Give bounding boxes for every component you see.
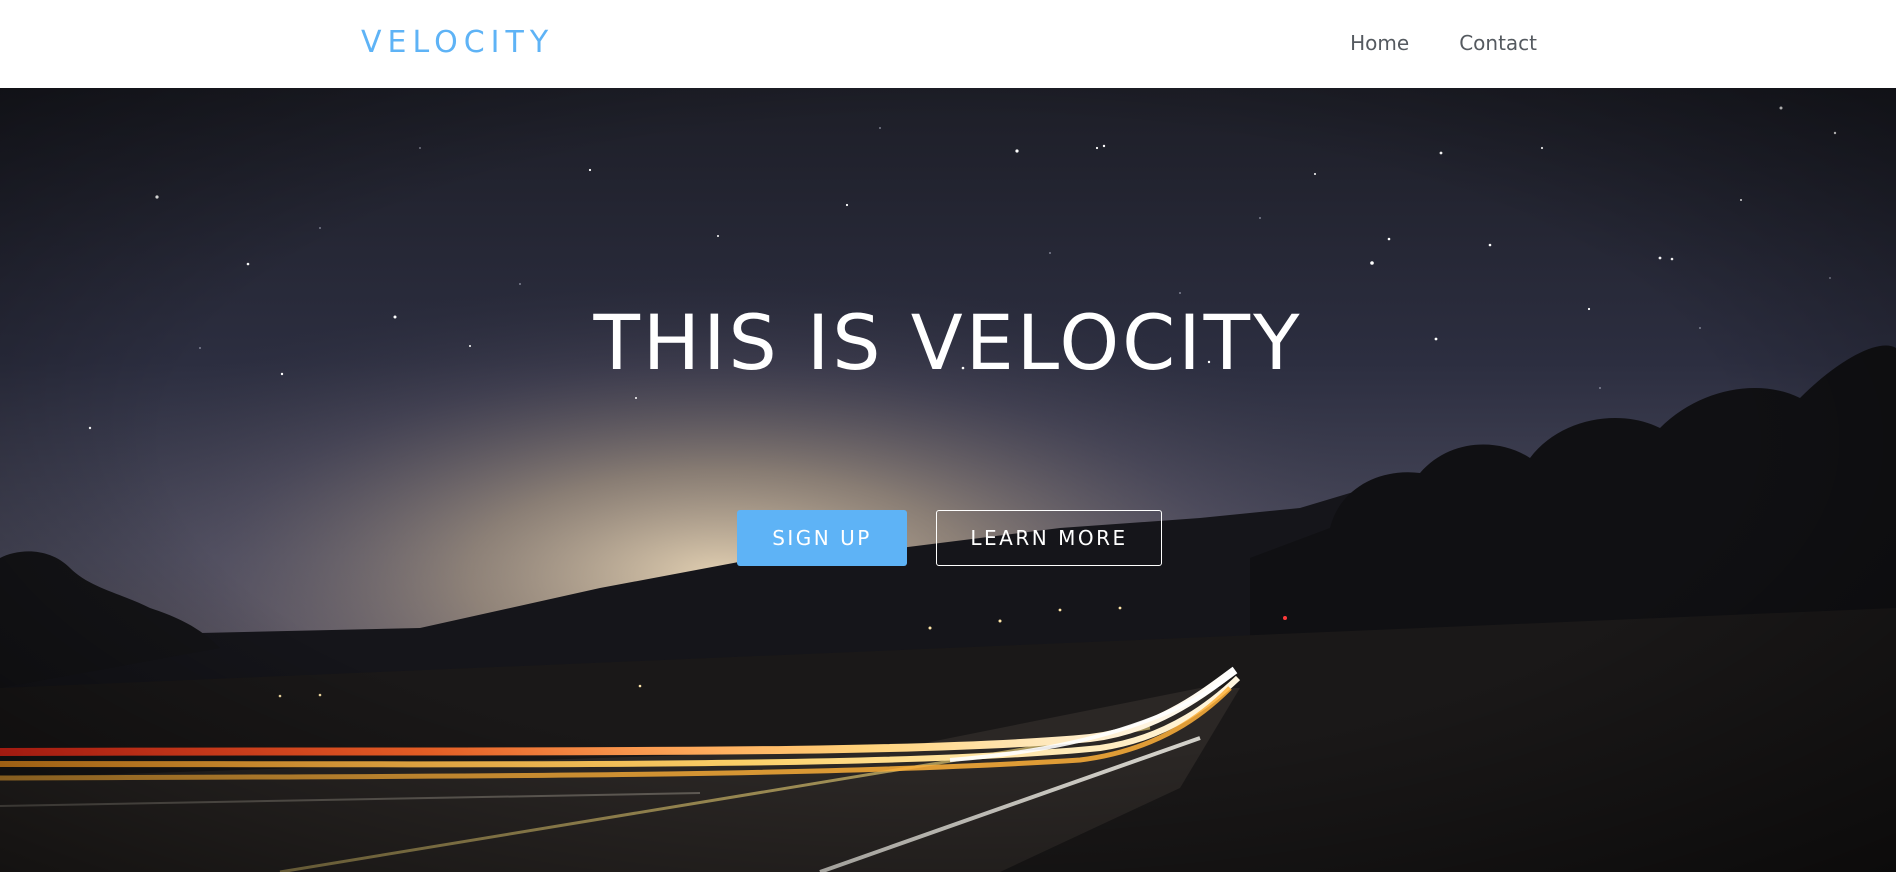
nav-link-home[interactable]: Home bbox=[1350, 29, 1409, 57]
nav-link-contact[interactable]: Contact bbox=[1459, 29, 1537, 57]
sign-up-button[interactable]: SIGN UP bbox=[737, 510, 907, 566]
hero-background-image bbox=[0, 88, 1896, 872]
hero-section: THIS IS VELOCITY SIGN UP LEARN MORE bbox=[0, 88, 1896, 872]
learn-more-button[interactable]: LEARN MORE bbox=[936, 510, 1162, 566]
main-nav: Home Contact bbox=[1350, 29, 1537, 57]
hero-title: THIS IS VELOCITY bbox=[593, 298, 1303, 387]
top-navbar: VELOCITY Home Contact bbox=[0, 0, 1896, 88]
brand-logo-link[interactable]: VELOCITY bbox=[361, 24, 554, 62]
